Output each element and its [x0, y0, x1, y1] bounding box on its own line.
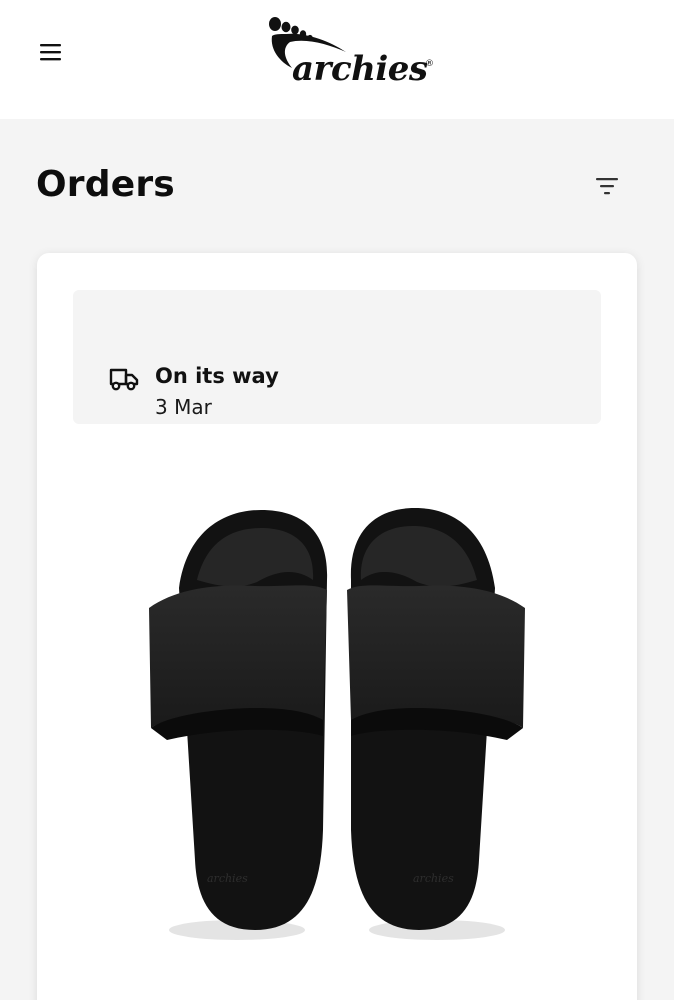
product-image[interactable]: archies archies [137, 500, 537, 950]
left-sandal: archies [149, 510, 328, 940]
registered-mark: ® [425, 59, 434, 69]
right-sandal: archies [347, 508, 525, 940]
svg-text:archies: archies [413, 872, 454, 885]
page-title: Orders [36, 164, 175, 205]
top-bar: archies ® [0, 0, 674, 119]
logo-wordmark: archies [292, 49, 428, 89]
order-status: On its way [155, 364, 279, 388]
filter-button[interactable] [588, 168, 626, 204]
svg-text:archies: archies [207, 872, 248, 885]
menu-button[interactable] [32, 36, 70, 68]
hamburger-menu-icon [40, 44, 61, 61]
archies-logo[interactable]: archies ® [266, 14, 438, 90]
filter-icon [596, 178, 618, 195]
delivery-truck-icon [109, 368, 139, 391]
order-status-date: 3 Mar [155, 395, 212, 419]
order-card[interactable]: On its way 3 Mar archies archies [37, 253, 637, 1000]
delivery-status-panel[interactable]: On its way 3 Mar [73, 290, 601, 424]
